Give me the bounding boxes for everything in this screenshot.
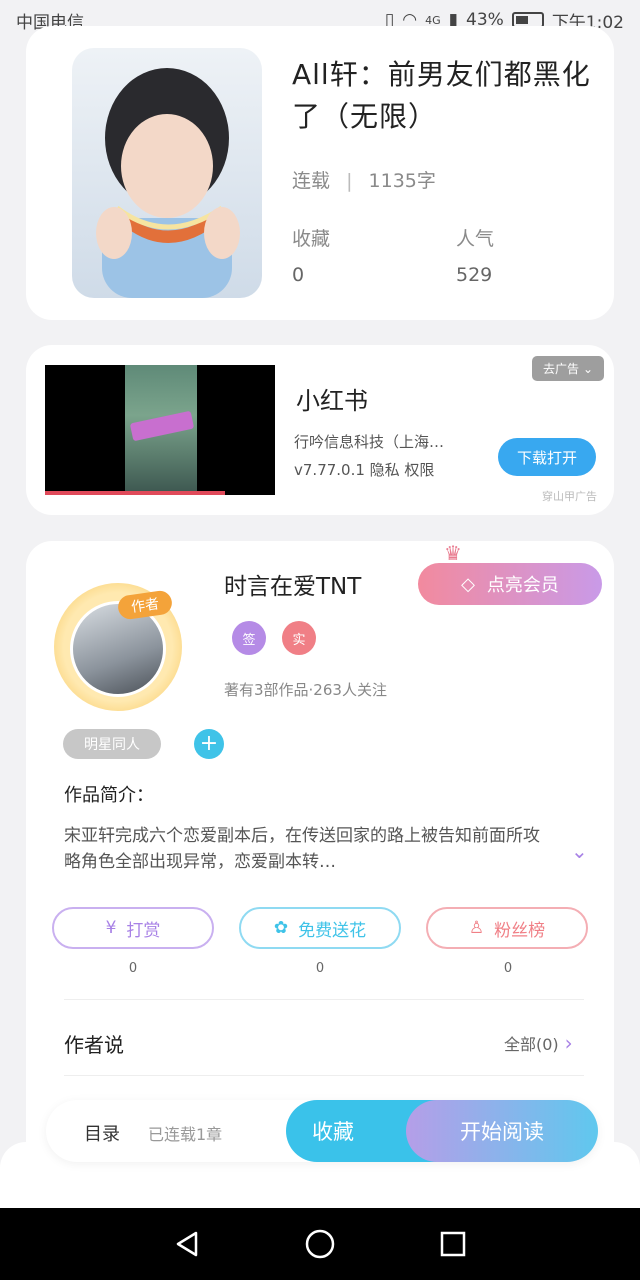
reward-button[interactable]: ¥ 打赏 (52, 907, 214, 949)
ad-app-name: 小红书 (296, 387, 368, 415)
vip-button[interactable]: ◇ 点亮会员 (418, 563, 602, 605)
author-say-label: 作者说 (64, 1033, 124, 1057)
popularity-value: 529 (456, 264, 493, 286)
meta-divider: | (346, 170, 353, 192)
book-cover-image[interactable] (72, 48, 262, 298)
fan-ranking-label: 粉丝榜 (494, 920, 546, 941)
ad-video-frame (125, 365, 197, 491)
book-info-card: All轩：前男友们都黑化了（无限） 连载 | 1135字 收藏 0 人气 529 (26, 26, 614, 320)
ad-download-button[interactable]: 下载打开 (498, 438, 596, 476)
system-nav-bar (0, 1208, 640, 1280)
network-label: 4G (425, 13, 441, 27)
start-reading-label: 开始阅读 (460, 1120, 544, 1144)
verified-badge: 实 (282, 621, 316, 655)
favorites-label: 收藏 (292, 228, 331, 250)
add-tag-button[interactable]: + (194, 729, 224, 759)
intro-text: 宋亚轩完成六个恋爱副本后，在传送回家的路上被告知前面所攻略角色全部出现异常，恋爱… (64, 826, 540, 872)
genre-tag[interactable]: 明星同人 (63, 729, 161, 759)
collect-label: 收藏 (312, 1120, 354, 1144)
send-flower-button[interactable]: ✿ 免费送花 (239, 907, 401, 949)
book-title: All轩：前男友们都黑化了（无限） (292, 58, 591, 133)
flower-icon: ✿ (273, 918, 289, 938)
toc-button[interactable]: 目录 (84, 1120, 120, 1146)
toc-status: 已连载1章 (148, 1125, 223, 1144)
plus-icon: + (199, 731, 219, 756)
signed-badge: 签 (232, 621, 266, 655)
intro-label: 作品简介： (64, 785, 154, 806)
author-stats: 著有3部作品·263人关注 (224, 681, 387, 699)
back-icon[interactable] (165, 1222, 209, 1266)
divider (64, 1075, 584, 1076)
ad-company: 行吟信息科技（上海… (294, 433, 445, 451)
ad-video[interactable] (45, 365, 275, 495)
reward-count: 0 (128, 961, 138, 976)
crown-icon: ♛ (444, 541, 462, 565)
author-name[interactable]: 时言在爱TNT (224, 567, 361, 601)
chevron-down-icon: ⌄ (582, 361, 594, 376)
remove-ad-label: 去广告 (542, 362, 579, 376)
expand-chevron-icon[interactable]: ⌄ (571, 839, 588, 863)
book-word-count: 1135字 (368, 170, 436, 192)
popularity-label: 人气 (456, 228, 495, 250)
flower-count: 0 (315, 961, 325, 976)
divider (64, 999, 584, 1000)
recents-icon[interactable] (431, 1222, 475, 1266)
author-say-all-label: 全部(0) (504, 1035, 559, 1054)
remove-ad-button[interactable]: 去广告 ⌄ (532, 356, 604, 381)
home-icon[interactable] (298, 1222, 342, 1266)
diamond-icon: ◇ (461, 573, 475, 595)
book-meta: 连载 | 1135字 (292, 166, 436, 193)
author-say-all-link[interactable]: 全部(0) › (504, 1031, 573, 1055)
ad-video-progress (45, 491, 225, 495)
ad-source: 穿山甲广告 (542, 490, 597, 503)
vip-button-label: 点亮会员 (486, 575, 559, 596)
ad-card[interactable]: 小红书 行吟信息科技（上海… v7.77.0.1 隐私 权限 下载打开 去广告 … (26, 345, 614, 515)
book-status: 连载 (292, 170, 331, 192)
favorites-value: 0 (292, 264, 305, 286)
cover-illustration (96, 68, 240, 298)
fan-ranking-button[interactable]: ♙ 粉丝榜 (426, 907, 588, 949)
start-reading-button[interactable]: 开始阅读 (406, 1100, 598, 1162)
yen-icon: ¥ (105, 918, 117, 938)
ad-version-info: v7.77.0.1 隐私 权限 (294, 461, 435, 479)
bottom-action-bar: 目录 已连载1章 收藏 开始阅读 (46, 1100, 598, 1162)
author-card: 作者 时言在爱TNT ♛ ◇ 点亮会员 签 实 著有3部作品·263人关注 明星… (26, 541, 614, 1181)
chevron-right-icon: › (564, 1031, 573, 1055)
fan-count: 0 (503, 961, 513, 976)
send-flower-label: 免费送花 (298, 920, 367, 941)
user-icon: ♙ (468, 918, 485, 938)
reward-label: 打赏 (126, 920, 161, 941)
